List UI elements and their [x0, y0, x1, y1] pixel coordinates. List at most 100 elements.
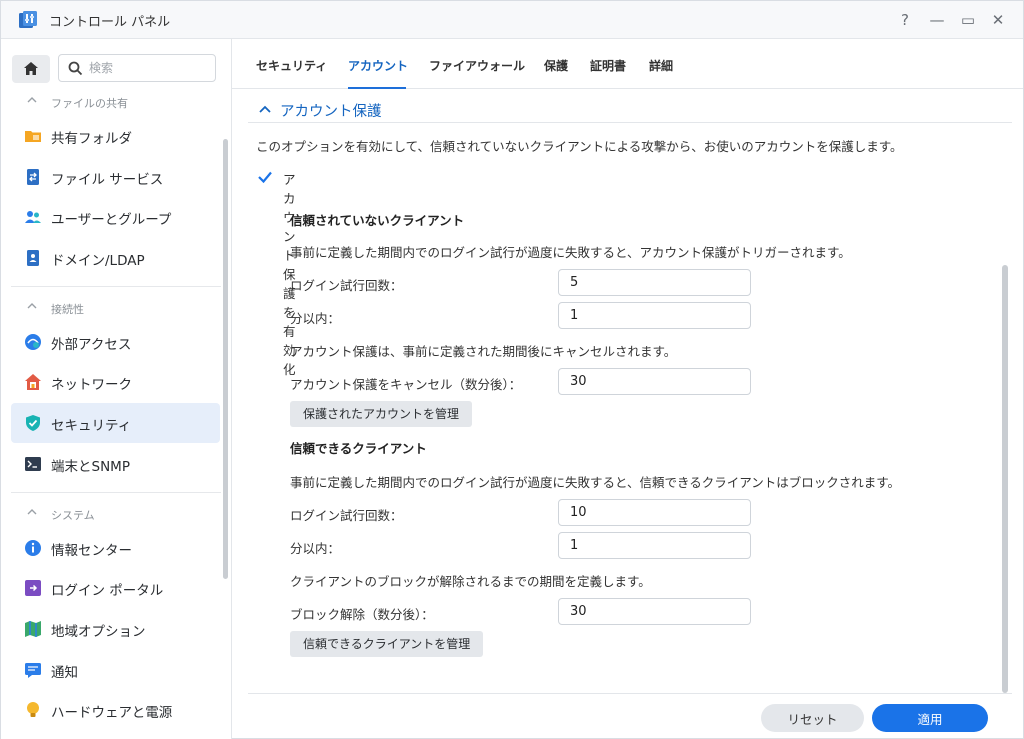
section-label: 接続性 [51, 303, 84, 316]
login-portal-icon [25, 580, 41, 596]
map-icon [25, 621, 41, 637]
window-title: コントロール パネル [49, 15, 171, 30]
control-panel-window: コントロール パネル ? — ▭ ✕ ファイルの共有 [0, 0, 1024, 739]
sidebar-item-info-center[interactable]: 情報センター [11, 528, 220, 568]
maximize-icon[interactable]: ▭ [957, 9, 979, 31]
sidebar-item-shared-folder[interactable]: 共有フォルダ [11, 116, 220, 156]
home-button[interactable] [12, 55, 50, 83]
untrusted-within-input[interactable] [558, 302, 751, 329]
shield-icon [26, 415, 40, 431]
group-divider [248, 122, 1012, 123]
home-icon [24, 62, 38, 75]
sidebar-item-network[interactable]: ネットワーク [11, 362, 220, 402]
sidebar-item-hardware-power[interactable]: ハードウェアと電源 [11, 690, 220, 730]
sidebar-item-regional-options[interactable]: 地域オプション [11, 609, 220, 649]
section-divider [11, 286, 221, 287]
sidebar-item-label: 共有フォルダ [51, 131, 132, 147]
sidebar: ファイルの共有 共有フォルダ ファイル サービス ユーザーとグループ [1, 39, 232, 739]
apply-button[interactable]: 適用 [872, 704, 988, 732]
reset-button[interactable]: リセット [761, 704, 864, 732]
sidebar-item-label: ファイル サービス [51, 172, 164, 188]
minimize-icon[interactable]: — [926, 9, 948, 31]
chevron-up-icon [27, 303, 37, 309]
sidebar-item-domain-ldap[interactable]: ドメイン/LDAP [11, 238, 220, 278]
chevron-up-icon [27, 97, 37, 103]
section-file-sharing[interactable]: ファイルの共有 [1, 87, 221, 117]
chevron-up-icon [27, 509, 37, 515]
section-connectivity[interactable]: 接続性 [1, 293, 221, 323]
sidebar-item-label: 通知 [51, 665, 78, 681]
unblock-note: クライアントのブロックが解除されるまでの期間を定義します。 [290, 574, 651, 589]
cancel-protection-input[interactable] [558, 368, 751, 395]
external-access-icon [25, 334, 41, 350]
untrusted-attempts-label: ログイン試行回数： [290, 278, 403, 293]
active-tab-indicator [348, 87, 406, 89]
untrusted-description: 事前に定義した期間内でのログイン試行が過度に失敗すると、アカウント保護がトリガー… [290, 245, 851, 260]
terminal-icon [25, 457, 41, 471]
sidebar-item-label: 情報センター [51, 543, 132, 559]
trusted-within-input[interactable] [558, 532, 751, 559]
cancel-note: アカウント保護は、事前に定義された期間後にキャンセルされます。 [290, 344, 677, 359]
sidebar-item-notification[interactable]: 通知 [11, 650, 220, 690]
main-content: セキュリティ アカウント ファイアウォール 保護 証明書 詳細 アカウント保護 … [232, 39, 1023, 739]
sidebar-item-file-services[interactable]: ファイル サービス [11, 157, 220, 197]
account-protection-header[interactable]: アカウント保護 [256, 98, 1011, 124]
domain-icon [27, 250, 39, 266]
sidebar-item-label: ユーザーとグループ [51, 212, 172, 228]
manage-protected-accounts-button[interactable]: 保護されたアカウントを管理 [290, 401, 473, 427]
sidebar-item-login-portal[interactable]: ログイン ポータル [11, 568, 220, 608]
tab-protection[interactable]: 保護 [544, 57, 568, 74]
tab-advanced[interactable]: 詳細 [649, 57, 673, 74]
sidebar-item-label: ログイン ポータル [51, 583, 164, 599]
close-icon[interactable]: ✕ [987, 9, 1009, 31]
file-services-icon [27, 169, 39, 185]
sidebar-item-terminal-snmp[interactable]: 端末とSNMP [11, 444, 220, 484]
sidebar-scrollbar[interactable] [223, 139, 228, 579]
tab-bar: セキュリティ アカウント ファイアウォール 保護 証明書 詳細 [232, 39, 1023, 89]
notification-icon [25, 663, 41, 678]
sidebar-item-label: ハードウェアと電源 [51, 705, 173, 721]
section-label: ファイルの共有 [51, 97, 128, 110]
sidebar-item-label: 地域オプション [51, 624, 146, 640]
trusted-within-label: 分以内： [290, 541, 341, 556]
control-panel-app-icon [19, 11, 37, 28]
cancel-protection-label: アカウント保護をキャンセル（数分後）： [290, 377, 522, 392]
sidebar-item-security[interactable]: セキュリティ [11, 403, 220, 443]
lightbulb-icon [27, 702, 39, 717]
tab-account[interactable]: アカウント [348, 57, 408, 74]
sidebar-item-label: 端末とSNMP [51, 459, 130, 475]
tab-firewall[interactable]: ファイアウォール [429, 57, 525, 74]
sidebar-item-label: セキュリティ [51, 418, 132, 434]
help-icon[interactable]: ? [894, 9, 916, 31]
sidebar-item-users-groups[interactable]: ユーザーとグループ [11, 197, 220, 237]
untrusted-clients-title: 信頼されていないクライアント [290, 213, 465, 228]
section-label: システム [51, 509, 95, 522]
unblock-label: ブロック解除（数分後）： [290, 607, 434, 622]
title-bar: コントロール パネル ? — ▭ ✕ [1, 1, 1023, 39]
chevron-up-icon [259, 105, 271, 113]
trusted-attempts-label: ログイン試行回数： [290, 508, 403, 523]
group-title: アカウント保護 [280, 104, 382, 120]
info-icon [25, 540, 41, 556]
unblock-input[interactable] [558, 598, 751, 625]
sidebar-item-label: ドメイン/LDAP [51, 253, 145, 269]
manage-trusted-clients-button[interactable]: 信頼できるクライアントを管理 [290, 631, 484, 657]
search-input[interactable] [89, 59, 209, 77]
section-divider [11, 492, 221, 493]
account-protection-description: このオプションを有効にして、信頼されていないクライアントによる攻撃から、お使いの… [256, 139, 903, 154]
trusted-attempts-input[interactable] [558, 499, 751, 526]
sidebar-item-label: ネットワーク [51, 377, 132, 393]
sidebar-item-external-access[interactable]: 外部アクセス [11, 322, 220, 362]
users-icon [25, 211, 41, 223]
section-system[interactable]: システム [1, 499, 221, 529]
untrusted-attempts-input[interactable] [558, 269, 751, 296]
tab-certificate[interactable]: 証明書 [590, 57, 626, 74]
search-icon [68, 61, 83, 76]
trusted-description: 事前に定義した期間内でのログイン試行が過度に失敗すると、信頼できるクライアントは… [290, 475, 901, 490]
tab-security[interactable]: セキュリティ [256, 57, 327, 74]
content-scrollbar[interactable] [1002, 265, 1008, 693]
footer-divider [248, 693, 1012, 694]
search-box[interactable] [58, 54, 216, 82]
checkmark-icon[interactable] [256, 168, 274, 186]
trusted-clients-title: 信頼できるクライアント [290, 441, 427, 456]
